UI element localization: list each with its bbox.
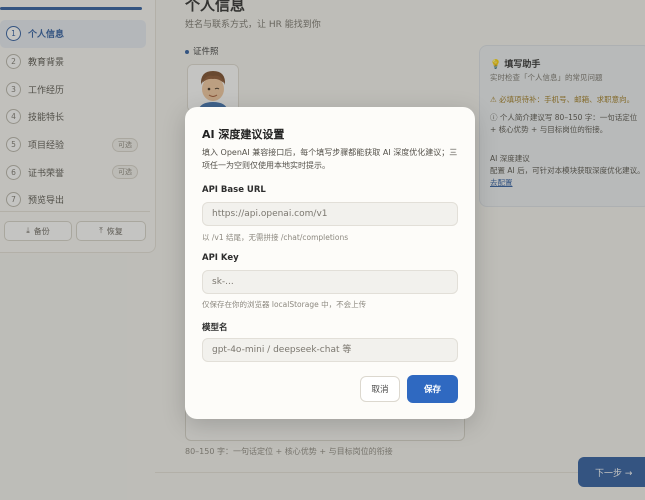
model-input[interactable]: [202, 338, 458, 362]
api-key-label: API Key: [202, 253, 239, 263]
base-url-input[interactable]: [202, 202, 458, 226]
model-label: 模型名: [202, 323, 228, 333]
modal-title: AI 深度建议设置: [202, 128, 285, 141]
base-url-hint: 以 /v1 结尾，无需拼接 /chat/completions: [202, 233, 349, 242]
cancel-button[interactable]: 取消: [360, 376, 400, 402]
resume-builder-page: 1 个人信息 2 教育背景 3 工作经历 4 技能特长 5 项目经验 可选 6: [0, 0, 645, 500]
api-key-input[interactable]: [202, 270, 458, 294]
api-key-hint: 仅保存在你的浏览器 localStorage 中，不会上传: [202, 300, 367, 309]
save-button[interactable]: 保存: [407, 375, 458, 403]
modal-description: 填入 OpenAI 兼容接口后，每个填写步骤都能获取 AI 深度优化建议；三项任…: [202, 148, 458, 170]
ai-settings-modal: AI 深度建议设置 填入 OpenAI 兼容接口后，每个填写步骤都能获取 AI …: [185, 107, 475, 419]
base-url-label: API Base URL: [202, 185, 266, 195]
